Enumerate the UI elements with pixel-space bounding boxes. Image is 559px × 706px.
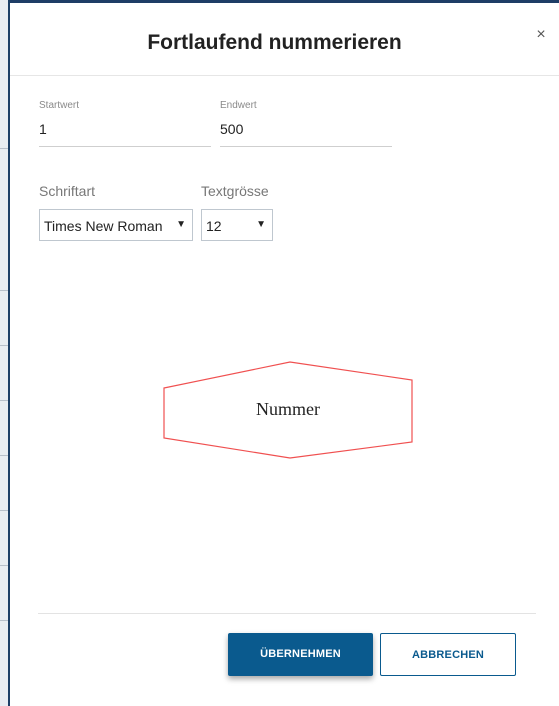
end-value-underline (220, 146, 392, 147)
footer-divider (38, 613, 536, 614)
number-preview: Nummer (162, 360, 414, 460)
text-size-select[interactable]: 12 ▼ (201, 209, 273, 241)
dialog-header: Fortlaufend nummerieren × (10, 3, 559, 76)
start-value-input[interactable]: 1 (39, 121, 47, 137)
close-icon[interactable]: × (533, 27, 549, 43)
font-select-value: Times New Roman (44, 218, 163, 234)
start-value-label: Startwert (39, 100, 80, 111)
background-page-strip (0, 0, 10, 706)
apply-button[interactable]: ÜBERNEHMEN (228, 633, 373, 676)
preview-text: Nummer (256, 399, 320, 419)
end-value-label: Endwert (220, 100, 257, 111)
chevron-down-icon: ▼ (176, 219, 186, 230)
text-size-label: Textgrösse (201, 183, 269, 199)
font-label: Schriftart (39, 183, 96, 199)
end-value-input[interactable]: 500 (220, 121, 243, 137)
numbering-dialog: Fortlaufend nummerieren × Startwert 1 En… (10, 0, 559, 706)
cancel-button[interactable]: ABBRECHEN (380, 633, 516, 676)
chevron-down-icon: ▼ (256, 219, 266, 230)
font-select[interactable]: Times New Roman ▼ (39, 209, 193, 241)
dialog-title: Fortlaufend nummerieren (147, 31, 402, 54)
start-value-underline (39, 146, 211, 147)
text-size-select-value: 12 (206, 218, 222, 234)
